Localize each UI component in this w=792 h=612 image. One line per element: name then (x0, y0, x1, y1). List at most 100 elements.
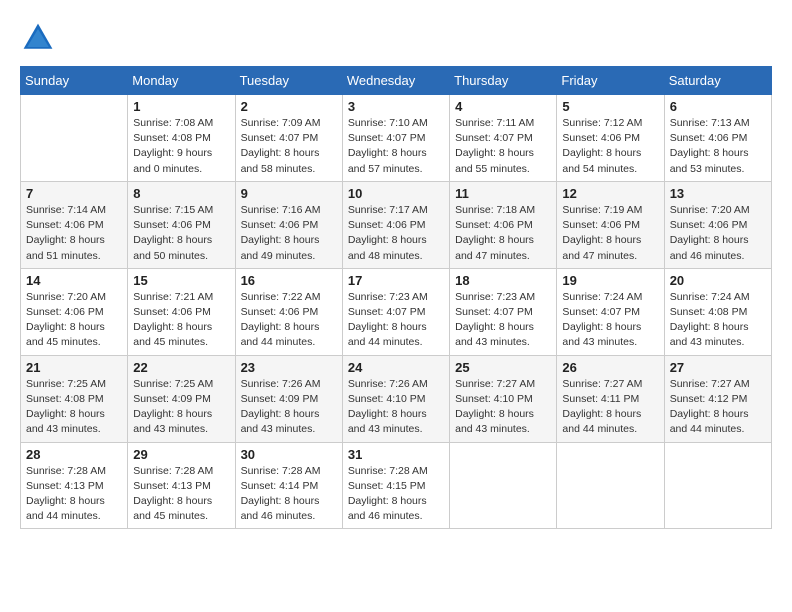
calendar-cell: 9 Sunrise: 7:16 AM Sunset: 4:06 PM Daylig… (235, 181, 342, 268)
day-info: Sunrise: 7:27 AM Sunset: 4:10 PM Dayligh… (455, 377, 551, 438)
calendar-cell: 18Sunrise: 7:23 AM Sunset: 4:07 PM Dayli… (450, 268, 557, 355)
day-number: 25 (455, 360, 551, 375)
calendar-cell (450, 442, 557, 529)
weekday-header: Saturday (664, 67, 771, 95)
day-info: Sunrise: 7:24 AM Sunset: 4:08 PM Dayligh… (670, 290, 766, 351)
day-info: Sunrise: 7:27 AM Sunset: 4:12 PM Dayligh… (670, 377, 766, 438)
calendar-cell: 8Sunrise: 7:15 AM Sunset: 4:06 PM Daylig… (128, 181, 235, 268)
day-number: 9 (241, 186, 337, 201)
calendar-cell: 17Sunrise: 7:23 AM Sunset: 4:07 PM Dayli… (342, 268, 449, 355)
day-info: Sunrise: 7:08 AM Sunset: 4:08 PM Dayligh… (133, 116, 229, 177)
page-header (20, 20, 772, 56)
calendar-week-row: 14 Sunrise: 7:20 AM Sunset: 4:06 PM Dayli… (21, 268, 772, 355)
day-info: Sunrise: 7:25 AM Sunset: 4:08 PM Dayligh… (26, 377, 122, 438)
day-number: 4 (455, 99, 551, 114)
calendar-cell: 26 Sunrise: 7:27 AM Sunset: 4:11 PM Dayli… (557, 355, 664, 442)
calendar-cell: 13 Sunrise: 7:20 AM Sunset: 4:06 PM Dayli… (664, 181, 771, 268)
day-number: 30 (241, 447, 337, 462)
calendar-week-row: 28 Sunrise: 7:28 AM Sunset: 4:13 PM Dayli… (21, 442, 772, 529)
day-number: 15 (133, 273, 229, 288)
day-number: 1 (133, 99, 229, 114)
weekday-header: Thursday (450, 67, 557, 95)
day-info: Sunrise: 7:13 AM Sunset: 4:06 PM Dayligh… (670, 116, 766, 177)
day-info: Sunrise: 7:12 AM Sunset: 4:06 PM Dayligh… (562, 116, 658, 177)
calendar-cell: 28 Sunrise: 7:28 AM Sunset: 4:13 PM Dayli… (21, 442, 128, 529)
calendar-cell: 2 Sunrise: 7:09 AM Sunset: 4:07 PM Daylig… (235, 95, 342, 182)
day-number: 20 (670, 273, 766, 288)
calendar-cell: 23 Sunrise: 7:26 AM Sunset: 4:09 PM Dayli… (235, 355, 342, 442)
day-info: Sunrise: 7:10 AM Sunset: 4:07 PM Dayligh… (348, 116, 444, 177)
calendar-cell: 21 Sunrise: 7:25 AM Sunset: 4:08 PM Dayli… (21, 355, 128, 442)
day-number: 5 (562, 99, 658, 114)
calendar-cell (21, 95, 128, 182)
calendar-cell (557, 442, 664, 529)
calendar-cell: 16 Sunrise: 7:22 AM Sunset: 4:06 PM Dayli… (235, 268, 342, 355)
day-info: Sunrise: 7:16 AM Sunset: 4:06 PM Dayligh… (241, 203, 337, 264)
calendar-cell: 14 Sunrise: 7:20 AM Sunset: 4:06 PM Dayli… (21, 268, 128, 355)
weekday-header: Sunday (21, 67, 128, 95)
day-number: 6 (670, 99, 766, 114)
day-info: Sunrise: 7:28 AM Sunset: 4:13 PM Dayligh… (133, 464, 229, 525)
day-number: 22 (133, 360, 229, 375)
day-number: 29 (133, 447, 229, 462)
calendar-week-row: 21 Sunrise: 7:25 AM Sunset: 4:08 PM Dayli… (21, 355, 772, 442)
weekday-header: Friday (557, 67, 664, 95)
weekday-header: Wednesday (342, 67, 449, 95)
weekday-header-row: SundayMondayTuesdayWednesdayThursdayFrid… (21, 67, 772, 95)
calendar-cell: 24 Sunrise: 7:26 AM Sunset: 4:10 PM Dayli… (342, 355, 449, 442)
day-number: 16 (241, 273, 337, 288)
calendar-cell: 25 Sunrise: 7:27 AM Sunset: 4:10 PM Dayli… (450, 355, 557, 442)
calendar: SundayMondayTuesdayWednesdayThursdayFrid… (20, 66, 772, 529)
calendar-cell: 10Sunrise: 7:17 AM Sunset: 4:06 PM Dayli… (342, 181, 449, 268)
calendar-cell: 12Sunrise: 7:19 AM Sunset: 4:06 PM Dayli… (557, 181, 664, 268)
day-number: 7 (26, 186, 122, 201)
day-info: Sunrise: 7:28 AM Sunset: 4:14 PM Dayligh… (241, 464, 337, 525)
day-info: Sunrise: 7:28 AM Sunset: 4:15 PM Dayligh… (348, 464, 444, 525)
day-number: 3 (348, 99, 444, 114)
day-info: Sunrise: 7:28 AM Sunset: 4:13 PM Dayligh… (26, 464, 122, 525)
day-info: Sunrise: 7:24 AM Sunset: 4:07 PM Dayligh… (562, 290, 658, 351)
day-info: Sunrise: 7:26 AM Sunset: 4:09 PM Dayligh… (241, 377, 337, 438)
calendar-cell: 15 Sunrise: 7:21 AM Sunset: 4:06 PM Dayli… (128, 268, 235, 355)
day-info: Sunrise: 7:09 AM Sunset: 4:07 PM Dayligh… (241, 116, 337, 177)
calendar-cell: 27Sunrise: 7:27 AM Sunset: 4:12 PM Dayli… (664, 355, 771, 442)
day-number: 18 (455, 273, 551, 288)
day-number: 13 (670, 186, 766, 201)
day-number: 26 (562, 360, 658, 375)
day-number: 19 (562, 273, 658, 288)
calendar-cell: 4 Sunrise: 7:11 AM Sunset: 4:07 PM Daylig… (450, 95, 557, 182)
day-number: 28 (26, 447, 122, 462)
day-info: Sunrise: 7:20 AM Sunset: 4:06 PM Dayligh… (670, 203, 766, 264)
calendar-cell: 11Sunrise: 7:18 AM Sunset: 4:06 PM Dayli… (450, 181, 557, 268)
day-info: Sunrise: 7:17 AM Sunset: 4:06 PM Dayligh… (348, 203, 444, 264)
day-info: Sunrise: 7:26 AM Sunset: 4:10 PM Dayligh… (348, 377, 444, 438)
day-info: Sunrise: 7:20 AM Sunset: 4:06 PM Dayligh… (26, 290, 122, 351)
day-info: Sunrise: 7:14 AM Sunset: 4:06 PM Dayligh… (26, 203, 122, 264)
day-number: 21 (26, 360, 122, 375)
day-info: Sunrise: 7:27 AM Sunset: 4:11 PM Dayligh… (562, 377, 658, 438)
day-info: Sunrise: 7:15 AM Sunset: 4:06 PM Dayligh… (133, 203, 229, 264)
calendar-cell: 20 Sunrise: 7:24 AM Sunset: 4:08 PM Dayli… (664, 268, 771, 355)
day-info: Sunrise: 7:11 AM Sunset: 4:07 PM Dayligh… (455, 116, 551, 177)
day-number: 24 (348, 360, 444, 375)
calendar-cell: 7 Sunrise: 7:14 AM Sunset: 4:06 PM Daylig… (21, 181, 128, 268)
weekday-header: Tuesday (235, 67, 342, 95)
logo-icon (20, 20, 56, 56)
calendar-cell: 6 Sunrise: 7:13 AM Sunset: 4:06 PM Daylig… (664, 95, 771, 182)
day-number: 12 (562, 186, 658, 201)
calendar-week-row: 1 Sunrise: 7:08 AM Sunset: 4:08 PM Daylig… (21, 95, 772, 182)
day-number: 14 (26, 273, 122, 288)
calendar-cell (664, 442, 771, 529)
day-number: 23 (241, 360, 337, 375)
day-info: Sunrise: 7:18 AM Sunset: 4:06 PM Dayligh… (455, 203, 551, 264)
day-number: 2 (241, 99, 337, 114)
calendar-cell: 19 Sunrise: 7:24 AM Sunset: 4:07 PM Dayli… (557, 268, 664, 355)
day-info: Sunrise: 7:22 AM Sunset: 4:06 PM Dayligh… (241, 290, 337, 351)
calendar-cell: 3 Sunrise: 7:10 AM Sunset: 4:07 PM Daylig… (342, 95, 449, 182)
calendar-cell: 31Sunrise: 7:28 AM Sunset: 4:15 PM Dayli… (342, 442, 449, 529)
calendar-cell: 29 Sunrise: 7:28 AM Sunset: 4:13 PM Dayli… (128, 442, 235, 529)
calendar-cell: 22Sunrise: 7:25 AM Sunset: 4:09 PM Dayli… (128, 355, 235, 442)
day-info: Sunrise: 7:21 AM Sunset: 4:06 PM Dayligh… (133, 290, 229, 351)
logo (20, 20, 62, 56)
day-number: 17 (348, 273, 444, 288)
